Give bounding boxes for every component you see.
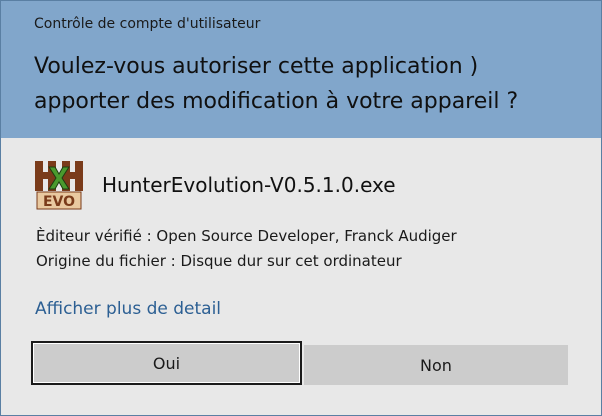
app-name: HunterEvolution-V0.5.1.0.exe [102,173,396,197]
show-more-details-link[interactable]: Afficher plus de detail [35,299,221,319]
verified-publisher: Èditeur vérifié : Open Source Developer,… [36,227,457,245]
uac-dialog: Contrôle de compte d'utilisateur Voulez-… [0,0,602,416]
permission-question: Voulez-vous autoriser cette application … [34,54,519,114]
dialog-title: Contrôle de compte d'utilisateur [34,16,261,32]
svg-text:EVO: EVO [43,194,75,210]
app-logo-icon: EVO [34,159,84,211]
dialog-header: Contrôle de compte d'utilisateur Voulez-… [1,1,601,138]
yes-button[interactable]: Oui [31,341,302,385]
file-origin: Origine du fichier : Disque dur sur cet … [36,252,402,270]
no-button[interactable]: Non [304,345,568,385]
